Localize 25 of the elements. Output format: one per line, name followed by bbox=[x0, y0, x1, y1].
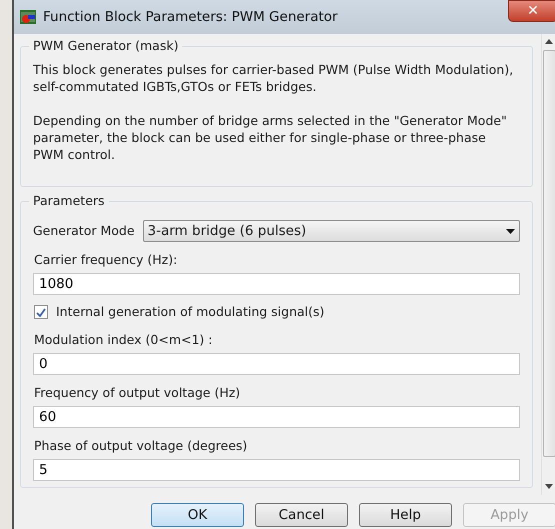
block-icon bbox=[20, 10, 36, 24]
scrollbar[interactable] bbox=[541, 34, 555, 495]
close-button[interactable]: ✕ bbox=[508, 0, 555, 22]
input-field[interactable]: 60 bbox=[33, 406, 520, 428]
field-label: Modulation index (0<m<1) : bbox=[34, 330, 214, 348]
field-label: Frequency of output voltage (Hz) bbox=[34, 384, 242, 401]
dialog-button[interactable]: OK bbox=[151, 503, 244, 527]
checkbox-label: Internal generation of modulating signal(s) bbox=[56, 303, 324, 321]
dropdown[interactable]: 3-arm bridge (6 pulses) bbox=[142, 220, 520, 242]
scroll-thumb[interactable] bbox=[543, 50, 555, 457]
input-field[interactable]: 5 bbox=[33, 458, 520, 481]
scroll-up-icon[interactable] bbox=[545, 39, 553, 44]
scroll-down-icon[interactable] bbox=[545, 484, 553, 489]
input-field[interactable]: 1080 bbox=[33, 273, 520, 295]
checkbox[interactable] bbox=[34, 305, 48, 320]
input-field[interactable]: 0 bbox=[33, 352, 520, 375]
field-label: Carrier frequency (Hz): bbox=[34, 251, 178, 268]
dialog-button[interactable]: Cancel bbox=[255, 503, 348, 527]
dialog-button[interactable]: Help bbox=[359, 503, 452, 527]
description: Depending on the number of bridge arms selected in the "Generator Mode" parameter, the block can be used either for single-phase or three-phase PWM control. bbox=[33, 112, 508, 163]
caret-icon bbox=[506, 228, 515, 234]
field-label: Generator Mode bbox=[33, 222, 135, 240]
field-label: Phase of output voltage (degrees) bbox=[34, 436, 248, 454]
description: This block generates pulses for carrier-based PWM (Pulse Width Modulation), self-commutated IGBTs,GTOs or FETs bridges. bbox=[33, 61, 514, 95]
window-title: Function Block Parameters: PWM Generator bbox=[43, 8, 338, 27]
